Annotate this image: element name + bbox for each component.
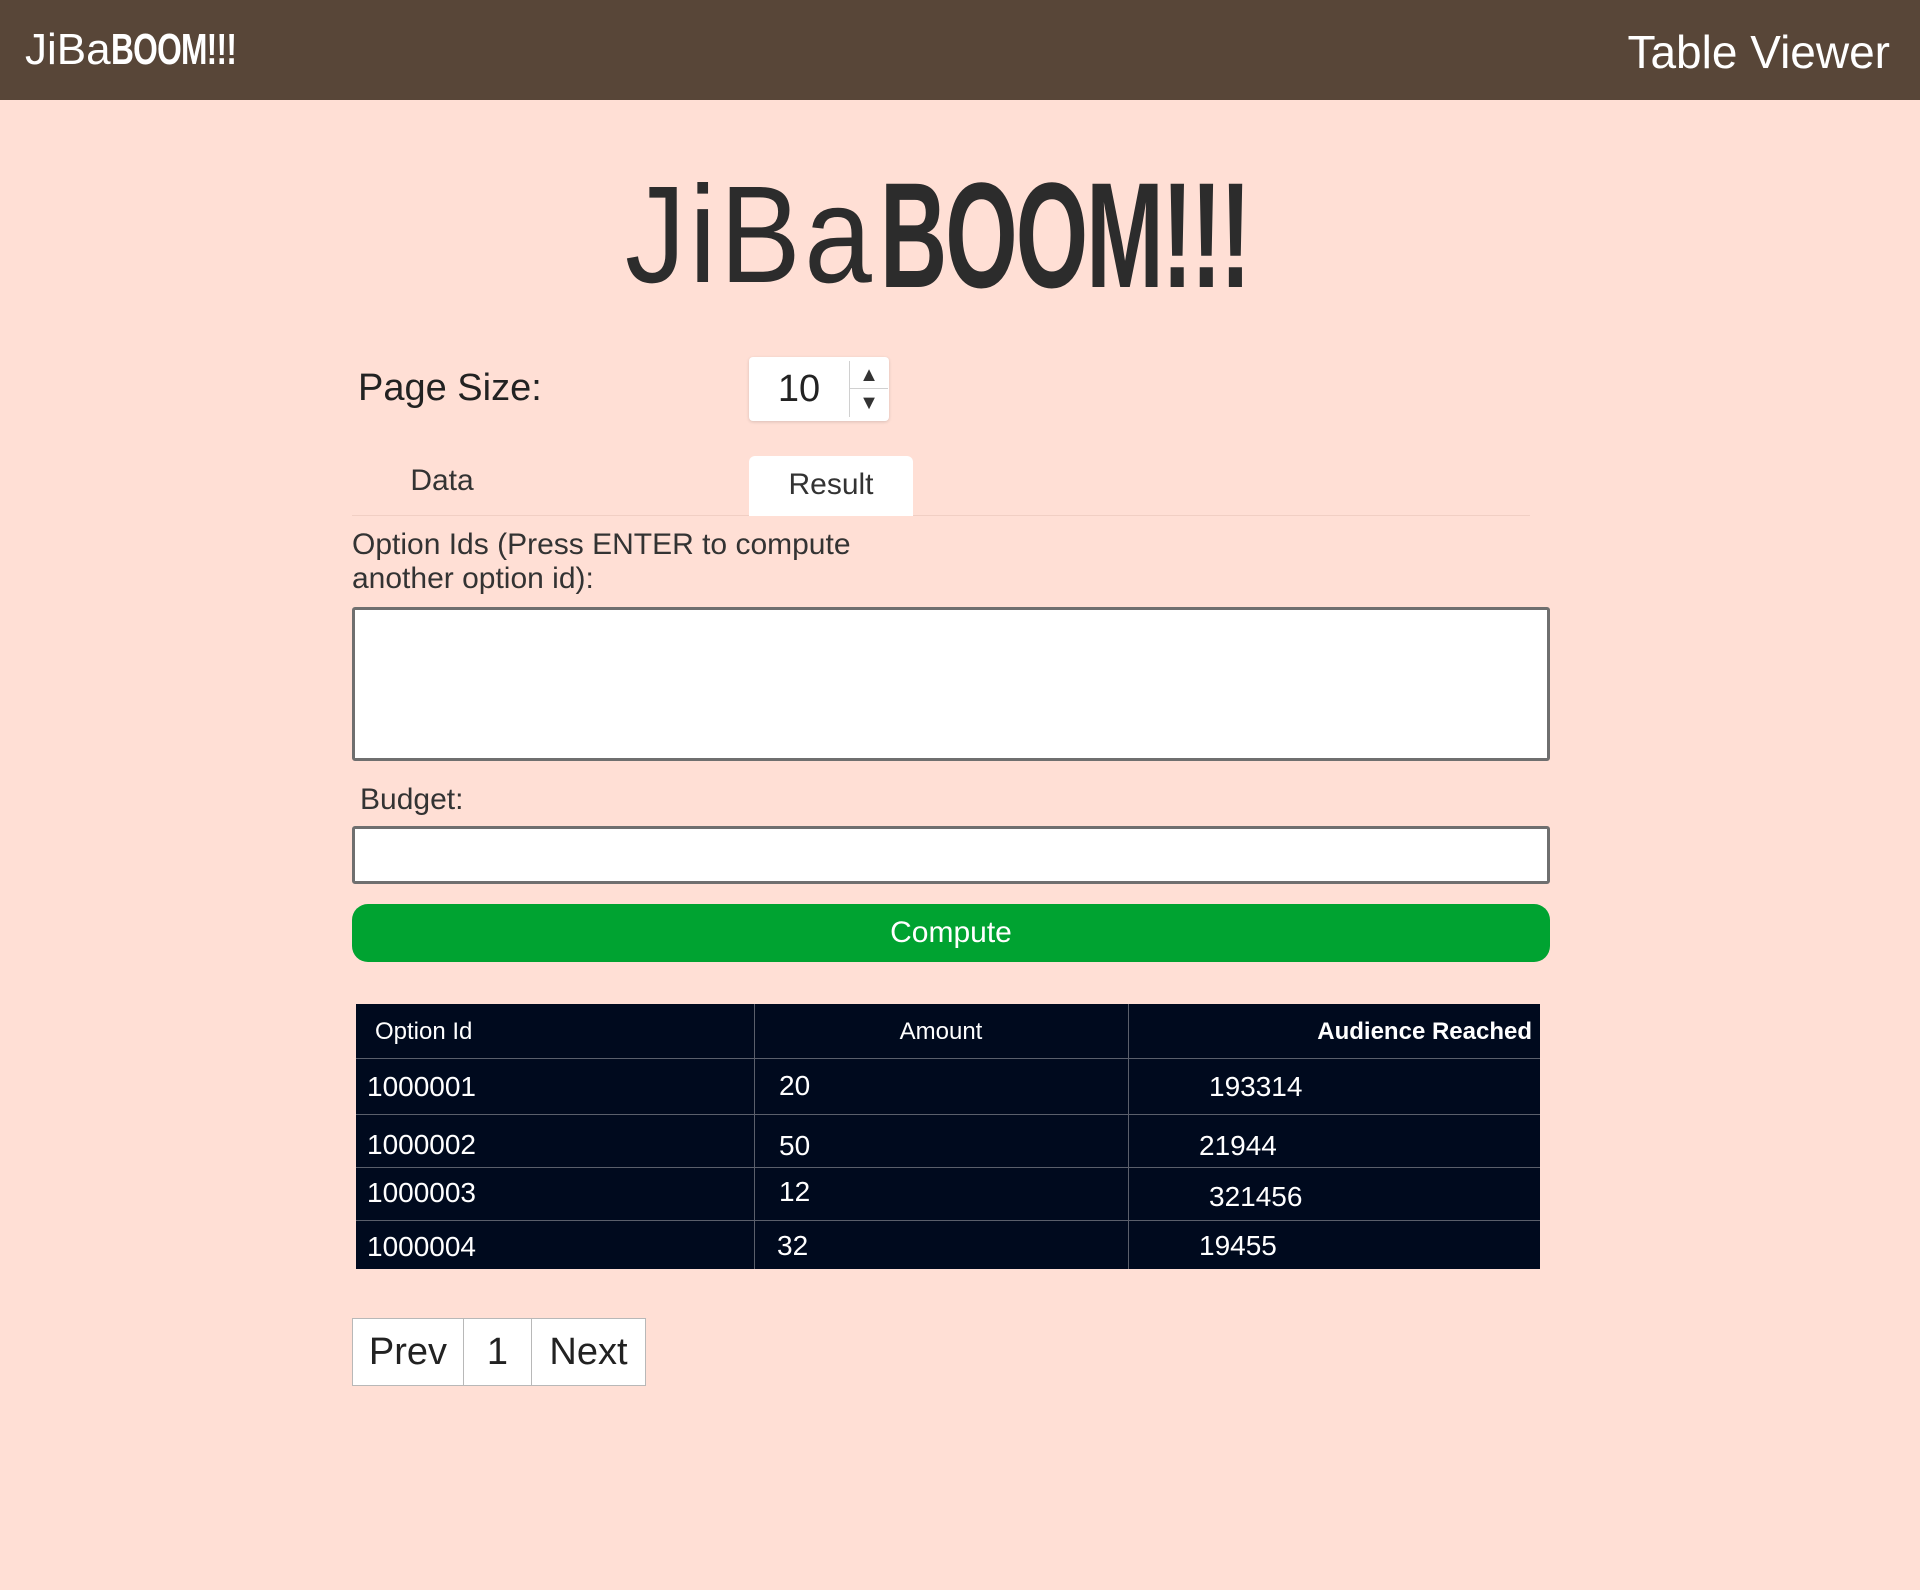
column-header-amount[interactable]: Amount	[754, 1004, 1128, 1058]
compute-button[interactable]: Compute	[352, 904, 1550, 962]
tab-result[interactable]: Result	[749, 456, 913, 516]
tab-data[interactable]: Data	[352, 452, 532, 512]
brand-logo-bold: BOOM!!!	[110, 25, 237, 74]
table-header-row: Option Id Amount Audience Reached	[356, 1004, 1540, 1059]
cell-amount: 32	[777, 1230, 809, 1261]
cell-amount: 50	[779, 1130, 811, 1161]
tab-bar: Data Result	[352, 456, 1530, 516]
cell-option-id: 1000004	[367, 1231, 477, 1262]
next-button[interactable]: Next	[531, 1318, 646, 1386]
cell-audience-reached: 19455	[1199, 1230, 1277, 1261]
results-table: Option Id Amount Audience Reached 100000…	[356, 1004, 1540, 1269]
pagination: Prev 1 Next	[352, 1318, 646, 1386]
budget-label: Budget:	[360, 783, 464, 816]
page-size-value[interactable]: 10	[749, 357, 849, 421]
page-title: Table Viewer	[1627, 26, 1890, 78]
page-1-button[interactable]: 1	[463, 1318, 532, 1386]
cell-amount: 20	[779, 1070, 811, 1101]
hero-logo: JiBaBOOM!!!	[625, 160, 1475, 310]
table-row[interactable]: 1000001 20 193314	[356, 1059, 1540, 1115]
hero-logo-light: JiBa	[625, 158, 876, 312]
table-row[interactable]: 1000002 50 21944	[356, 1115, 1540, 1168]
option-ids-label: Option Ids (Press ENTER to compute anoth…	[352, 528, 851, 595]
cell-option-id: 1000001	[367, 1071, 477, 1102]
top-bar: JiBaBOOM!!! Table Viewer	[0, 0, 1920, 100]
cell-audience-reached: 21944	[1199, 1130, 1277, 1161]
page-size-label: Page Size:	[358, 367, 542, 409]
brand-logo[interactable]: JiBaBOOM!!!	[25, 22, 284, 78]
chevron-down-icon[interactable]: ▼	[850, 389, 888, 417]
column-header-audience-reached[interactable]: Audience Reached	[1317, 1004, 1532, 1058]
budget-input[interactable]	[352, 826, 1550, 884]
column-header-option-id[interactable]: Option Id	[375, 1004, 472, 1058]
hero-logo-bold: BOOM!!!	[880, 151, 1251, 319]
page-size-stepper[interactable]: 10 ▲ ▼	[749, 357, 889, 421]
cell-audience-reached: 321456	[1209, 1181, 1303, 1212]
cell-audience-reached: 193314	[1209, 1071, 1303, 1102]
option-ids-input[interactable]	[352, 607, 1550, 761]
prev-button[interactable]: Prev	[352, 1318, 464, 1386]
cell-option-id: 1000003	[367, 1177, 477, 1208]
brand-logo-light: JiBa	[25, 25, 111, 74]
stepper-arrows: ▲ ▼	[849, 361, 888, 417]
cell-option-id: 1000002	[367, 1129, 477, 1160]
table-row[interactable]: 1000004 32 19455	[356, 1221, 1540, 1269]
cell-amount: 12	[779, 1176, 811, 1207]
chevron-up-icon[interactable]: ▲	[850, 361, 888, 389]
table-row[interactable]: 1000003 12 321456	[356, 1168, 1540, 1221]
